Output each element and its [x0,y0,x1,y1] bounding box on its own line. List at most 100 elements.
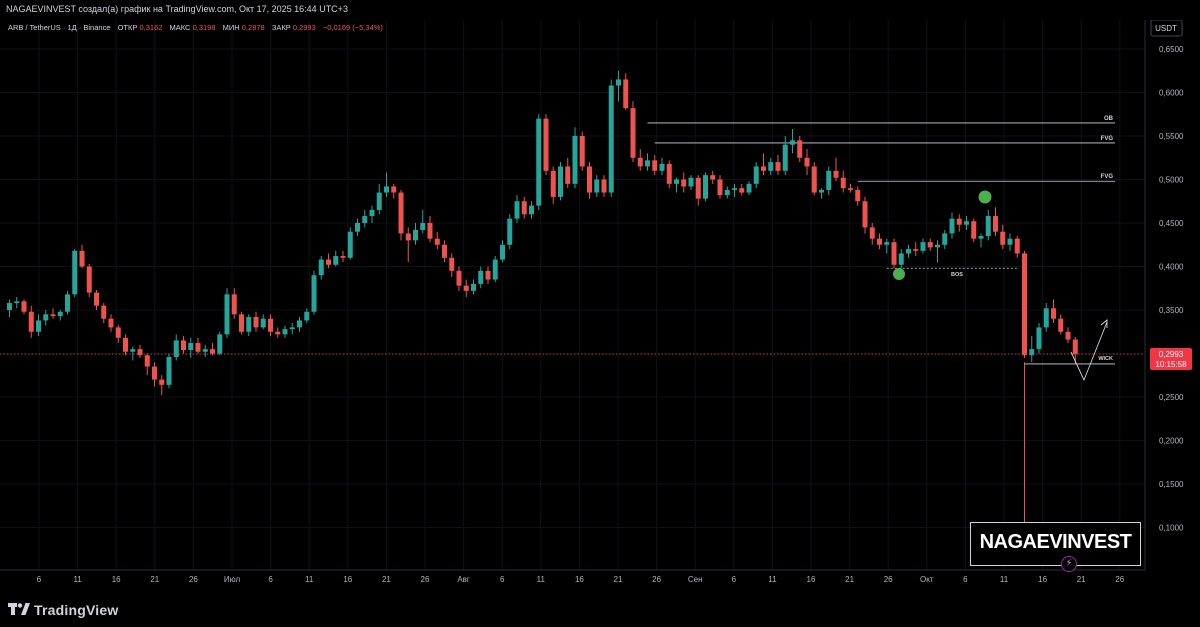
candle-body [507,218,513,245]
candle-body [797,140,803,158]
candle-body [405,233,411,241]
tradingview-logo[interactable]: TradingView [8,600,118,620]
candle-body [681,179,687,187]
legend: ARB / TetherUS · 1Д · Binance ОТКР 0,316… [8,23,383,32]
candle-body [166,356,172,385]
time-tick-label: 16 [343,575,352,584]
candle-body [202,349,208,352]
candle-body [471,283,476,291]
candle-body [645,160,650,167]
candle-body [637,157,643,167]
candle-body [906,249,911,254]
candle-body [833,170,839,178]
time-tick-label: 11 [73,575,82,584]
green-marker-low[interactable] [893,268,905,280]
candle-body [1007,238,1013,245]
candle [630,101,636,163]
candle [239,311,244,335]
candle [971,218,977,243]
candle-body [485,270,491,280]
candle-body [181,340,186,351]
candle-body [630,108,636,158]
candle-body [550,170,556,197]
chart-background [0,0,1200,595]
candle-body [565,166,571,184]
time-tick-label: 21 [614,575,623,584]
price-chart[interactable]: OB FVG FVG BOS WICK USDT 0,6500 0,6000 0,5500 0… [0,0,1200,595]
candle-body [920,242,926,251]
lightning-icon[interactable]: ⚡ [1061,556,1077,572]
candle-body [695,177,701,199]
time-tick-label: 6 [500,575,505,584]
nagaevinvest-logo: NAGAEVINVEST [970,522,1141,566]
candle-body [246,316,252,332]
candle-body [463,285,469,291]
candle [166,353,172,389]
candle-body [674,179,679,184]
candle [1022,250,1027,358]
candle [703,172,708,202]
time-tick-label: 26 [421,575,430,584]
green-marker-high[interactable] [978,190,992,204]
footer-bar: TradingView [0,595,1200,627]
candle-body [1051,308,1056,319]
price-axis[interactable]: USDT 0,6500 0,6000 0,5500 0,5000 0,4500 0,400… [1144,0,1200,570]
candle [1036,323,1042,354]
candle-body [993,216,998,232]
candle-body [239,314,244,332]
attribution-text: NAGAEVINVEST создал(а) график на Trading… [6,4,348,14]
candle-body [1043,308,1049,328]
candle-body [659,163,665,171]
time-tick-label: Сен [688,575,703,584]
candle-body [710,175,716,180]
candle [608,79,614,197]
candle-body [43,314,49,321]
candle-body [347,231,353,258]
candle-body [956,218,962,225]
time-tick-label: 26 [652,575,661,584]
candle-body [804,157,810,167]
level-label: OB [1104,116,1114,122]
candle-body [72,250,78,295]
candle-body [340,256,346,258]
time-tick-label: 16 [112,575,121,584]
candle-body [521,201,527,215]
candle [217,331,223,356]
candle-body [1022,253,1027,356]
candle [311,270,317,315]
time-tick-label: 26 [189,575,198,584]
candle [891,238,897,269]
level-label: FVG [1101,136,1114,142]
candle-body [855,189,861,202]
candle-body [587,166,592,193]
legend-low-label: МИН [223,23,240,32]
candle-body [572,136,578,184]
candle-body [355,223,360,232]
candle-body [514,201,520,219]
candle-body [826,170,832,190]
candle-body [579,136,585,167]
candle-body [297,320,302,328]
price-tick-label: 0,2000 [1159,437,1184,446]
candle-body [732,188,737,190]
candle-body [536,118,542,206]
candle-body [442,244,447,258]
candle-body [115,327,121,338]
price-tick-label: 0,3500 [1159,306,1184,315]
time-axis[interactable]: 6 11 16 21 26 Июл 6 11 16 21 26 Авг 6 11 16 21 26 Сен 6 11 1… [0,569,1200,595]
candle-body [376,192,382,210]
legend-close-label: ЗАКР [272,23,291,32]
candle-body [717,179,723,196]
candle-body [130,349,136,352]
candle-body [1014,238,1020,254]
candle-body [391,186,397,193]
current-price-value: 0,2993 [1159,350,1184,359]
candle-body [949,218,955,234]
candle-body [848,188,853,190]
candle [65,290,70,315]
time-tick-label: 11 [768,575,777,584]
bos-label: BOS [951,272,963,278]
candle-body [260,318,266,328]
candle-body [768,162,774,171]
candle-body [616,79,621,86]
